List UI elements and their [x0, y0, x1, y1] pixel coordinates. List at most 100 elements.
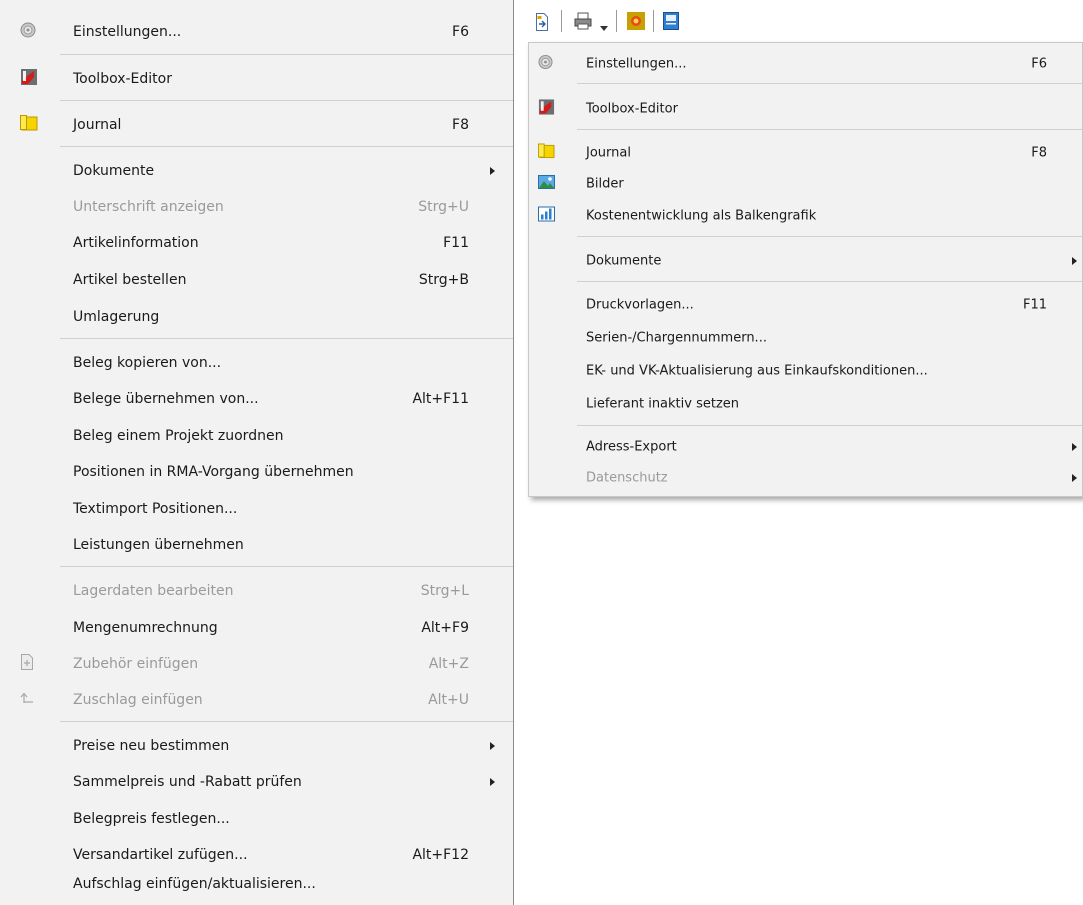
menu-item-label: Sammelpreis und -Rabatt prüfen: [73, 774, 302, 790]
menu-item-label: Toolbox-Editor: [73, 71, 172, 87]
menu-item-belegpreis-festlegen[interactable]: Belegpreis festlegen...: [0, 802, 513, 836]
menu-item-label: Unterschrift anzeigen: [73, 199, 224, 215]
blue-book-icon[interactable]: [662, 11, 680, 35]
context-menu-right: Einstellungen... F6 Toolbox-Editor Journ…: [528, 42, 1083, 497]
menu-item-beleg-kopieren[interactable]: Beleg kopieren von...: [0, 346, 513, 380]
printer-icon[interactable]: [573, 11, 593, 35]
menu-item-label: Einstellungen...: [73, 24, 182, 40]
menu-item-druckvorlagen[interactable]: Druckvorlagen... F11: [529, 289, 1082, 321]
menu-item-preise-neu-bestimmen[interactable]: Preise neu bestimmen: [0, 729, 513, 763]
journal-icon: [20, 115, 38, 135]
menu-item-dokumente[interactable]: Dokumente: [0, 154, 513, 188]
sun-icon[interactable]: [626, 11, 646, 35]
menu-item-journal[interactable]: Journal F8: [529, 137, 1082, 169]
menu-item-label: EK- und VK-Aktualisierung aus Einkaufsko…: [586, 363, 928, 379]
submenu-arrow-icon: [490, 167, 495, 175]
menu-item-journal[interactable]: Journal F8: [0, 108, 513, 142]
add-accessory-icon: [20, 654, 34, 674]
submenu-arrow-icon: [490, 742, 495, 750]
menu-item-shortcut: F8: [452, 117, 469, 133]
menu-item-label: Lieferant inaktiv setzen: [586, 396, 740, 412]
menu-item-shortcut: Alt+F12: [412, 847, 469, 863]
menu-item-belege-uebernehmen[interactable]: Belege übernehmen von... Alt+F11: [0, 382, 513, 416]
menu-item-shortcut: Alt+F11: [412, 391, 469, 407]
menu-item-label: Journal: [586, 145, 631, 161]
menu-item-zubehoer-einfuegen: Zubehör einfügen Alt+Z: [0, 647, 513, 681]
toolbar: [528, 0, 1083, 42]
menu-item-label: Zuschlag einfügen: [73, 692, 203, 708]
surcharge-arrow-icon: [20, 692, 34, 708]
menu-item-label: Zubehör einfügen: [73, 656, 199, 672]
toolbox-icon: [538, 99, 555, 120]
submenu-arrow-icon: [1072, 257, 1077, 265]
menu-item-label: Lagerdaten bearbeiten: [73, 583, 234, 599]
menu-item-label: Adress-Export: [586, 439, 677, 455]
menu-item-shortcut: F11: [443, 235, 469, 251]
menu-item-shortcut: Strg+L: [420, 583, 469, 599]
menu-item-shortcut: Strg+U: [418, 199, 469, 215]
menu-separator: [577, 425, 1082, 426]
menu-item-sammelpreis-pruefen[interactable]: Sammelpreis und -Rabatt prüfen: [0, 765, 513, 799]
menu-item-kostenentwicklung[interactable]: Kostenentwicklung als Balkengrafik: [529, 200, 1082, 232]
menu-item-adress-export[interactable]: Adress-Export: [529, 431, 1082, 463]
menu-item-shortcut: F11: [1022, 297, 1047, 313]
menu-item-artikel-bestellen[interactable]: Artikel bestellen Strg+B: [0, 263, 513, 297]
menu-item-umlagerung[interactable]: Umlagerung: [0, 300, 513, 334]
menu-item-mengenumrechnung[interactable]: Mengenumrechnung Alt+F9: [0, 611, 513, 645]
menu-separator: [577, 236, 1082, 237]
menu-item-shortcut: Alt+U: [428, 692, 469, 708]
menu-separator: [60, 100, 513, 101]
menu-item-label: Preise neu bestimmen: [73, 738, 230, 754]
menu-item-dokumente[interactable]: Dokumente: [529, 245, 1082, 277]
menu-item-aufschlag-einfuegen[interactable]: Aufschlag einfügen/aktualisieren...: [0, 868, 513, 900]
menu-item-positionen-rma[interactable]: Positionen in RMA-Vorgang übernehmen: [0, 455, 513, 489]
menu-item-label: Mengenumrechnung: [73, 620, 218, 636]
menu-item-bilder[interactable]: Bilder: [529, 168, 1082, 200]
menu-item-shortcut: F8: [1031, 145, 1047, 161]
menu-item-label: Toolbox-Editor: [586, 101, 678, 117]
menu-item-einstellungen[interactable]: Einstellungen... F6: [529, 48, 1082, 80]
menu-separator: [60, 566, 513, 567]
toolbar-separator: [561, 10, 562, 32]
journal-icon: [538, 143, 555, 163]
menu-separator: [60, 54, 513, 55]
submenu-arrow-icon: [490, 778, 495, 786]
submenu-arrow-icon: [1072, 474, 1077, 482]
menu-item-datenschutz: Datenschutz: [529, 462, 1082, 494]
menu-separator: [577, 281, 1082, 282]
menu-item-shortcut: Strg+B: [418, 272, 469, 288]
menu-item-label: Druckvorlagen...: [586, 297, 694, 313]
menu-item-versandartikel-zufuegen[interactable]: Versandartikel zufügen... Alt+F12: [0, 838, 513, 872]
menu-item-unterschrift-anzeigen: Unterschrift anzeigen Strg+U: [0, 190, 513, 224]
toolbox-icon: [20, 68, 38, 90]
menu-item-label: Belegpreis festlegen...: [73, 811, 230, 827]
menu-item-label: Journal: [73, 117, 122, 133]
menu-item-zuschlag-einfuegen: Zuschlag einfügen Alt+U: [0, 683, 513, 717]
dropdown-arrow-icon[interactable]: [600, 19, 608, 35]
menu-item-beleg-projekt-zuordnen[interactable]: Beleg einem Projekt zuordnen: [0, 419, 513, 453]
menu-item-lieferant-inaktiv[interactable]: Lieferant inaktiv setzen: [529, 388, 1082, 420]
menu-item-shortcut: F6: [452, 24, 469, 40]
toolbar-separator: [653, 10, 654, 32]
settings-disc-icon: [20, 22, 36, 42]
menu-separator: [577, 83, 1082, 84]
menu-item-einstellungen[interactable]: Einstellungen... F6: [0, 15, 513, 49]
menu-item-seriennummern[interactable]: Serien-/Chargennummern...: [529, 322, 1082, 354]
document-export-icon[interactable]: [534, 12, 550, 36]
submenu-arrow-icon: [1072, 443, 1077, 451]
menu-item-artikelinformation[interactable]: Artikelinformation F11: [0, 226, 513, 260]
menu-item-shortcut: Alt+F9: [421, 620, 469, 636]
menu-item-label: Umlagerung: [73, 309, 160, 325]
menu-item-label: Dokumente: [73, 163, 155, 179]
menu-separator: [60, 146, 513, 147]
menu-item-toolbox-editor[interactable]: Toolbox-Editor: [0, 62, 513, 96]
menu-item-label: Artikelinformation: [73, 235, 199, 251]
menu-item-label: Aufschlag einfügen/aktualisieren...: [73, 876, 316, 892]
menu-item-label: Dokumente: [586, 253, 662, 269]
menu-item-toolbox-editor[interactable]: Toolbox-Editor: [529, 93, 1082, 125]
menu-item-label: Serien-/Chargennummern...: [586, 330, 767, 346]
menu-item-ek-vk-aktualisierung[interactable]: EK- und VK-Aktualisierung aus Einkaufsko…: [529, 355, 1082, 387]
bar-chart-icon: [538, 206, 555, 226]
menu-item-leistungen-uebernehmen[interactable]: Leistungen übernehmen: [0, 528, 513, 562]
menu-item-textimport-positionen[interactable]: Textimport Positionen...: [0, 492, 513, 526]
